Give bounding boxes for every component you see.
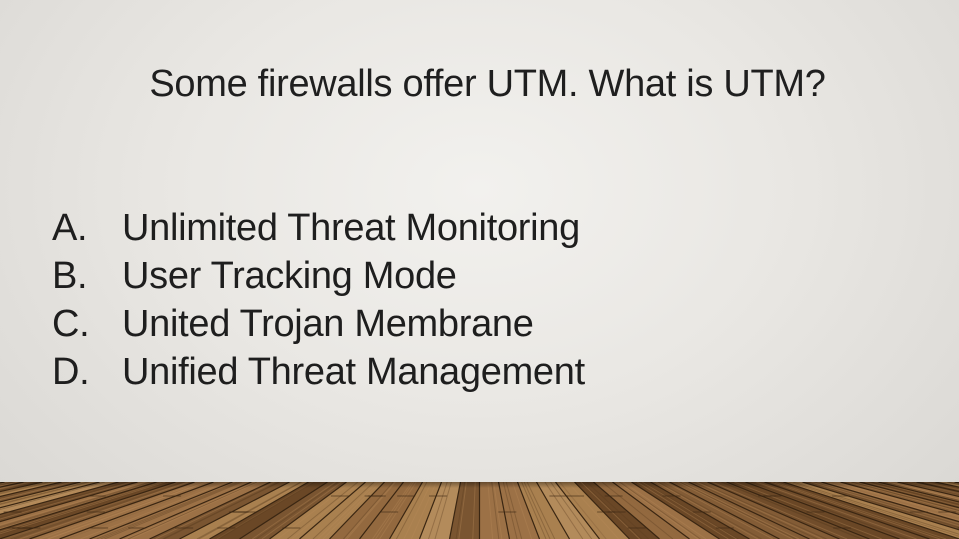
answer-option-b: B. User Tracking Mode (52, 252, 585, 300)
answer-options-list: A. Unlimited Threat Monitoring B. User T… (52, 204, 585, 396)
answer-option-c: C. United Trojan Membrane (52, 300, 585, 348)
option-letter: C. (52, 303, 90, 345)
option-text: Unlimited Threat Monitoring (122, 207, 580, 249)
question-title: Some firewalls offer UTM. What is UTM? (149, 63, 826, 105)
option-letter: D. (52, 351, 90, 393)
option-letter: B. (52, 255, 88, 297)
option-text: United Trojan Membrane (122, 303, 534, 345)
wood-floor (0, 482, 959, 539)
answer-option-d: D. Unified Threat Management (52, 348, 585, 396)
slide: Some firewalls offer UTM. What is UTM? A… (0, 0, 959, 539)
option-text: Unified Threat Management (122, 351, 585, 393)
option-letter: A. (52, 207, 88, 249)
answer-option-a: A. Unlimited Threat Monitoring (52, 204, 585, 252)
option-text: User Tracking Mode (122, 255, 457, 297)
wood-floor-planks (0, 482, 959, 539)
floor-shadow (0, 482, 959, 488)
